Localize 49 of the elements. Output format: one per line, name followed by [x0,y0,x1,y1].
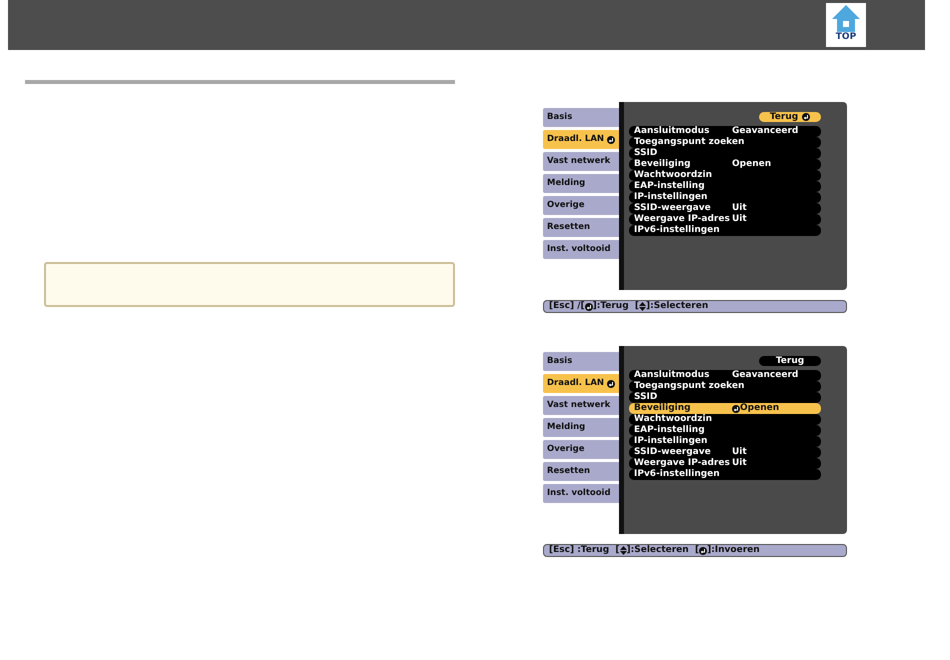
menu-row[interactable]: SSID-weergave Uit [629,203,821,214]
menu-tab[interactable]: Overige [543,440,619,459]
menu-row[interactable]: Weergave IP-adres Uit [629,458,821,469]
menu-tab[interactable]: Vast netwerk [543,396,619,415]
enter-icon [584,302,593,310]
menu-row[interactable]: Aansluitmodus Geavanceerd [629,370,821,381]
menu-row[interactable]: SSID [629,392,821,403]
menu-row[interactable]: Weergave IP-adres Uit [629,214,821,225]
menu-tab[interactable]: Inst. voltooid [543,484,619,503]
menu-tab[interactable]: Draadl. LAN [543,374,619,393]
menu-row[interactable]: Aansluitmodus Geavanceerd [629,126,821,137]
menu-tab[interactable]: Resetten [543,218,619,237]
menu-tab[interactable]: Basis [543,108,619,127]
menu-row[interactable]: SSID-weergave Uit [629,447,821,458]
menu-tab[interactable]: Vast netwerk [543,152,619,171]
menu-row[interactable]: IP-instellingen [629,436,821,447]
menu-tab[interactable]: Melding [543,418,619,437]
enter-icon [699,546,708,554]
home-icon [831,3,861,33]
enter-icon [607,380,615,388]
menu-row[interactable]: Toegangspunt zoeken [629,137,821,148]
menu-row[interactable]: IPv6-instellingen [629,469,821,480]
menu-row[interactable]: Beveiliging Openen [629,403,821,414]
menu-tab[interactable]: Draadl. LAN [543,130,619,149]
enter-icon [802,113,810,121]
menu-row[interactable]: Beveiliging Openen [629,159,821,170]
menu-row[interactable]: EAP-instelling [629,425,821,436]
up-down-icon [639,302,646,311]
top-label: TOP [836,33,856,42]
menu-row[interactable]: SSID [629,148,821,159]
menu-row[interactable]: IP-instellingen [629,192,821,203]
top-logo[interactable]: TOP [826,3,866,47]
menu-tab[interactable]: Resetten [543,462,619,481]
menu-tab[interactable]: Overige [543,196,619,215]
menu-row[interactable]: EAP-instelling [629,181,821,192]
back-button[interactable]: Terug [759,112,821,122]
menu-row[interactable]: IPv6-instellingen [629,225,821,236]
menu-row[interactable]: Toegangspunt zoeken [629,381,821,392]
menu-tab[interactable]: Melding [543,174,619,193]
back-button[interactable]: Terug [759,356,821,366]
up-down-icon [620,546,627,555]
enter-icon [607,136,615,144]
enter-icon [732,404,740,412]
key-help-bar: [Esc] :Terug [ ]:Selecteren [ ]:Invoeren [543,544,847,557]
menu-tab[interactable]: Inst. voltooid [543,240,619,259]
menu-tab[interactable]: Basis [543,352,619,371]
menu-row[interactable]: Wachtwoordzin [629,414,821,425]
menu-row[interactable]: Wachtwoordzin [629,170,821,181]
key-help-bar: [Esc] /[ ]:Terug [ ]:Selecteren [543,300,847,313]
